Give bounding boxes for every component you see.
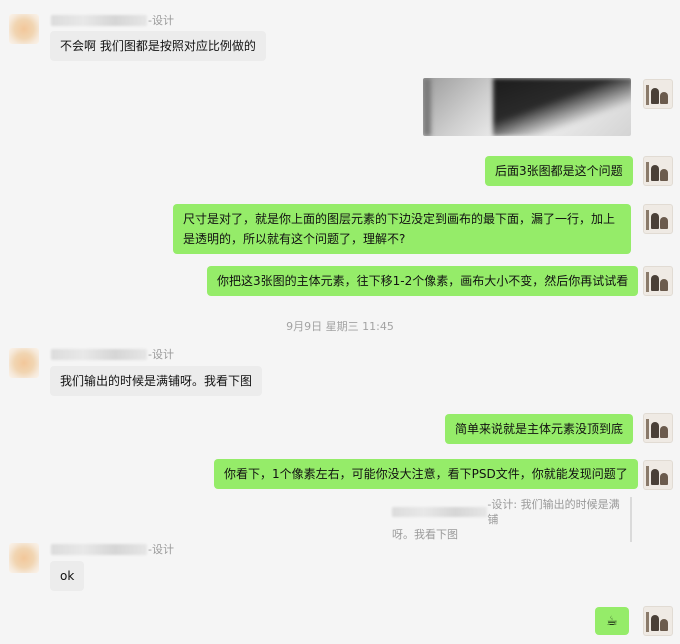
sender-name: -设计 [51, 347, 174, 361]
sender-name: -设计 [51, 13, 174, 27]
blurred-name [51, 543, 147, 555]
coffee-cup-icon: ☕ [606, 613, 618, 629]
my-avatar[interactable] [643, 79, 673, 109]
message-bubble[interactable]: ok [50, 561, 85, 591]
sender-name: -设计 [51, 542, 174, 556]
my-avatar[interactable] [643, 606, 673, 636]
message-bubble[interactable]: 我们输出的时候是满铺呀。我看下图 [50, 366, 263, 396]
blurred-name [392, 507, 488, 517]
message-bubble[interactable]: 简单来说就是主体元素没顶到底 [445, 414, 634, 444]
message-bubble[interactable]: 不会啊 我们图都是按照对应比例做的 [50, 31, 266, 61]
contact-avatar[interactable] [9, 348, 39, 378]
my-avatar[interactable] [643, 156, 673, 186]
my-avatar[interactable] [643, 204, 673, 234]
message-bubble[interactable]: 后面3张图都是这个问题 [485, 156, 633, 186]
message-bubble[interactable]: 你看下，1个像素左右，可能你没大注意，看下PSD文件，你就能发现问题了 [214, 459, 638, 489]
contact-avatar[interactable] [9, 14, 39, 44]
my-avatar[interactable] [643, 266, 673, 296]
blurred-name [51, 348, 147, 360]
emoji-message[interactable]: ☕ [595, 607, 629, 635]
quoted-reply[interactable]: -设计: 我们输出的时候是满铺 呀。我看下图 [392, 497, 632, 542]
blurred-name [51, 14, 147, 26]
contact-avatar[interactable] [9, 543, 39, 573]
my-avatar[interactable] [643, 413, 673, 443]
image-message[interactable] [423, 78, 631, 136]
time-divider: 9月9日 星期三 11:45 [286, 320, 394, 333]
message-bubble[interactable]: 尺寸是对了，就是你上面的图层元素的下边没定到画布的最下面，漏了一行，加上是透明的… [173, 204, 631, 254]
message-bubble[interactable]: 你把这3张图的主体元素，往下移1-2个像素，画布大小不变，然后你再试试看 [207, 266, 639, 296]
my-avatar[interactable] [643, 460, 673, 490]
